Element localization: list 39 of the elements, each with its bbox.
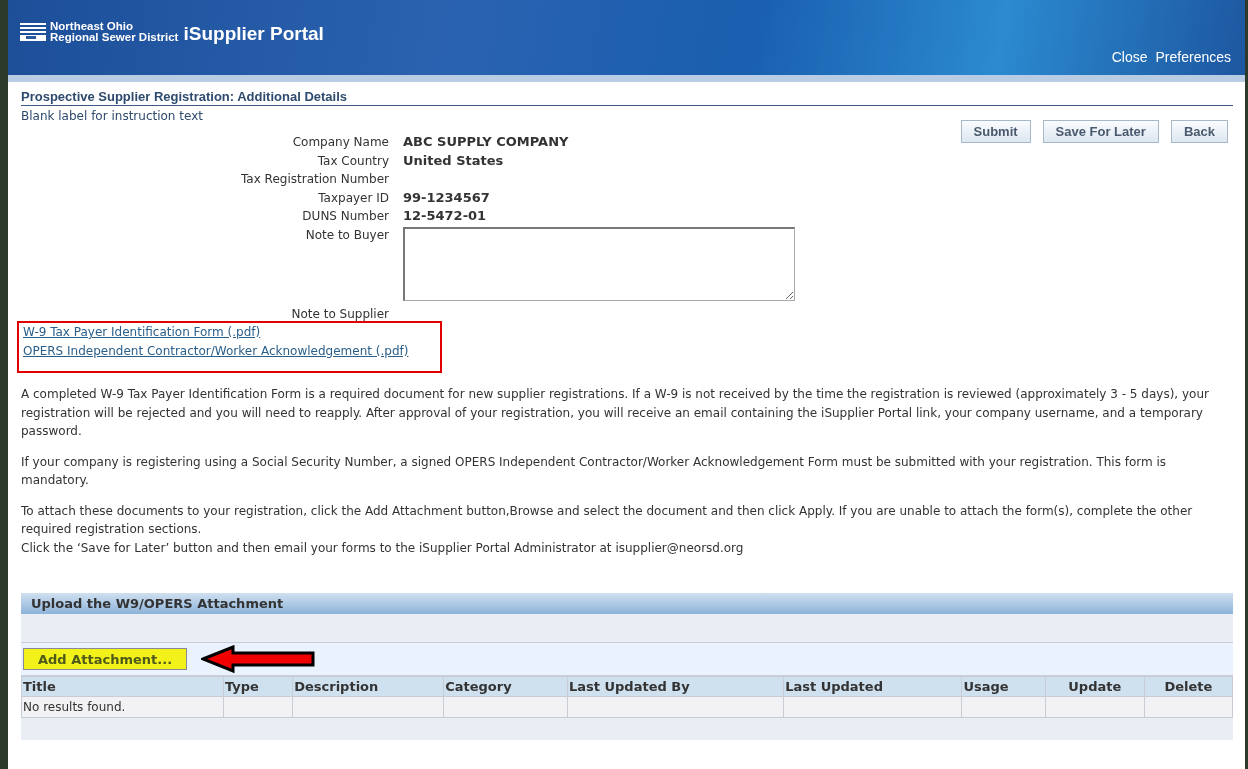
add-attachment-button[interactable]: Add Attachment... <box>23 648 188 670</box>
field-label: Taxpayer ID <box>317 189 389 207</box>
column-header: Category <box>443 676 568 697</box>
paragraph: To attach these documents to your registration, click the Add Attachment button,Browse and select the document and then click Apply. If you are unable to attach the form(s), complete the other required registration sections. Click the ‘Save for Later’ button and then email your forms to the iSupplier Portal Administrator at isupplier@neorsd.org <box>21 502 1194 557</box>
table-cell: No results found. <box>21 696 224 718</box>
instruction-text: Blank label for instruction text <box>21 109 203 125</box>
logo-icon <box>20 23 46 41</box>
form-link[interactable]: W-9 Tax Payer Identification Form (.pdf) <box>23 323 261 342</box>
form-link[interactable]: OPERS Independent Contractor/Worker Acknowledgement (.pdf) <box>23 342 409 361</box>
field-label: Note to Buyer <box>304 226 389 244</box>
column-header: Type <box>223 676 293 697</box>
column-header: Usage <box>961 676 1046 697</box>
paragraph: If your company is registering using a Social Security Number, a signed OPERS Independent Contractor/Worker Acknowledgement Form must be submitted with your registration. This form is mandatory. <box>21 453 1168 489</box>
column-header: Update <box>1045 676 1145 697</box>
header-link[interactable]: Preferences <box>1155 49 1231 65</box>
column-header: Title <box>21 676 224 697</box>
paragraph: A completed W-9 Tax Payer Identification Form is a required document for new supplier registrations. If a W-9 is not received by the time the registration is reviewed (approximately 3 - 5 days), your registration will be rejected and you will need to reapply. After approval of your registration, you will receive an email containing the iSupplier Portal link, your company username, and a temporary password. <box>21 386 1210 440</box>
note-textarea[interactable] <box>403 226 795 301</box>
field-label: Tax Registration Number <box>240 171 389 188</box>
field-value: 12-5472-01 <box>403 207 488 225</box>
field-value: 99-1234567 <box>403 188 491 207</box>
field-label: Note to Supplier <box>290 305 389 323</box>
action-button[interactable]: Save For Later <box>1042 120 1159 143</box>
field-label: DUNS Number <box>301 208 389 225</box>
logo-text: Northeast Ohio Regional Sewer District <box>50 21 179 43</box>
column-header: Description <box>292 676 444 697</box>
action-button[interactable]: Back <box>1170 120 1228 143</box>
column-header: Delete <box>1144 676 1233 697</box>
action-button[interactable]: Submit <box>960 120 1031 143</box>
app-title: iSupplier Portal <box>183 22 324 45</box>
header-link[interactable]: Close <box>1111 49 1148 65</box>
field-label: Company Name <box>291 134 389 151</box>
column-header: Last Updated By <box>567 676 784 697</box>
field-label: Tax Country <box>316 152 389 170</box>
field-value: ABC SUPPLY COMPANY <box>403 133 570 151</box>
column-header: Last Updated <box>783 676 962 697</box>
field-value: United States <box>403 151 505 170</box>
page-title: Prospective Supplier Registration: Additional Details <box>21 89 1233 106</box>
section-title: Upload the W9/OPERS Attachment <box>31 596 284 611</box>
